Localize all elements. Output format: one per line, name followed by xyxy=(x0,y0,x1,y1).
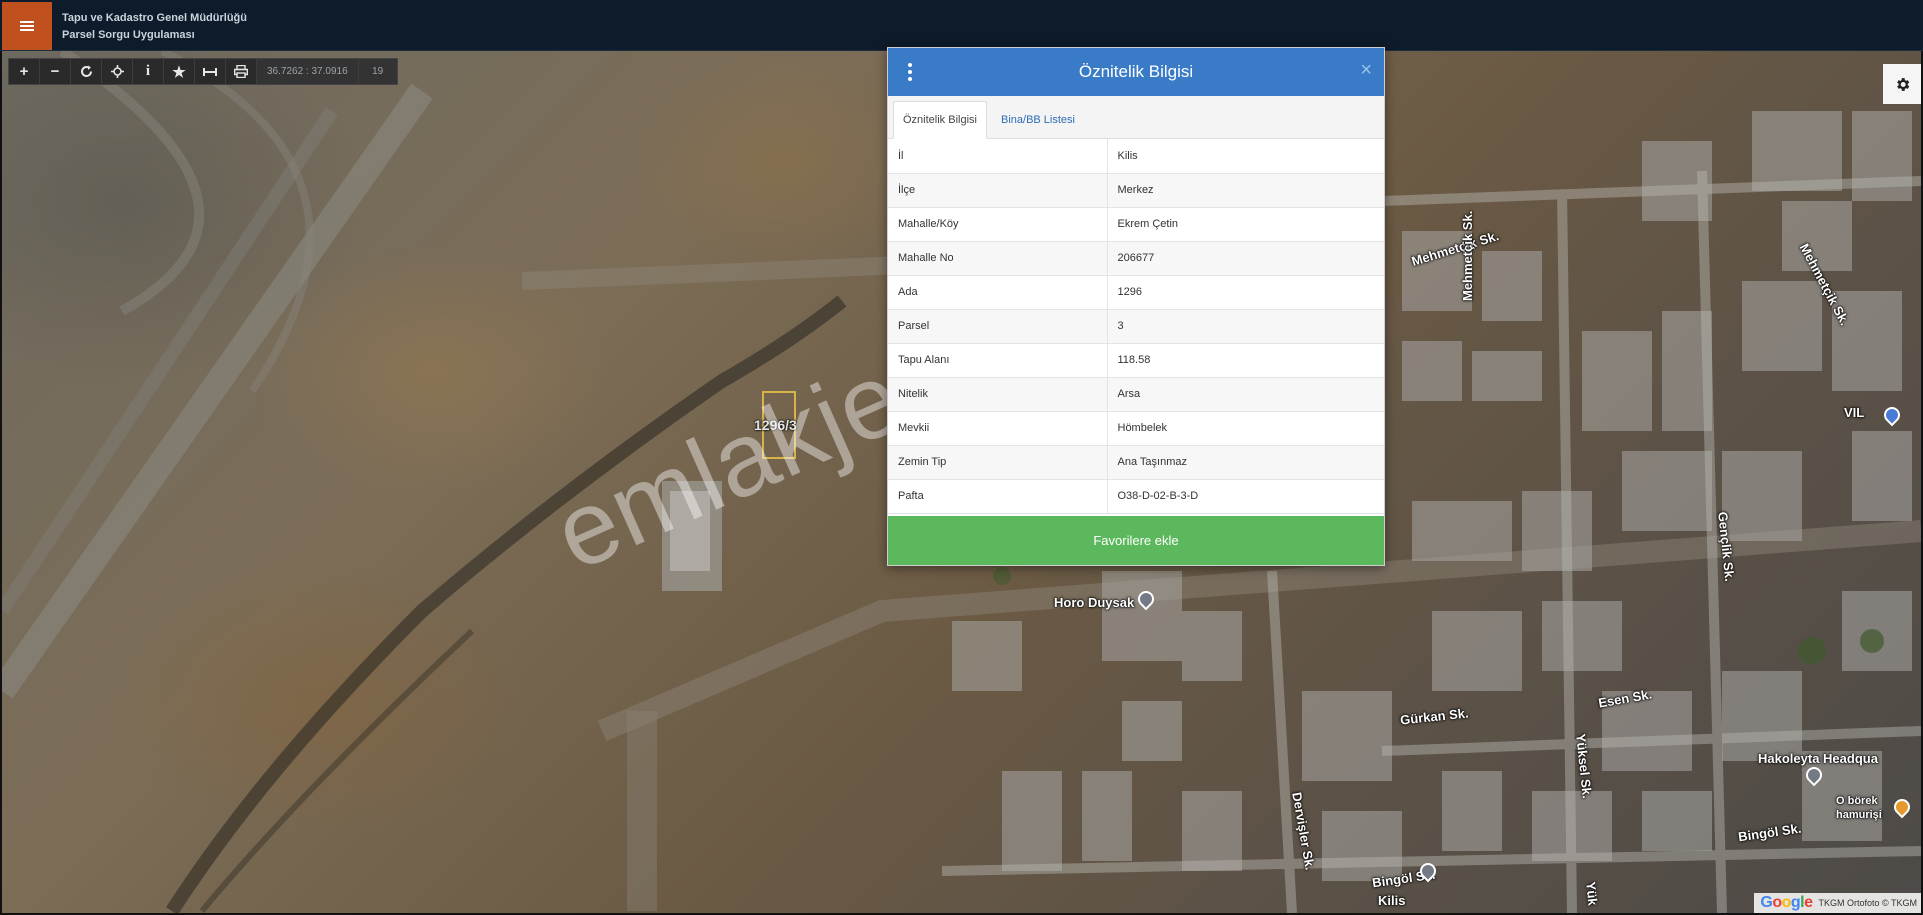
table-row: Ada 1296 xyxy=(888,275,1384,310)
poi-label: Horo Duysak xyxy=(1054,595,1135,610)
attribute-value: 206677 xyxy=(1107,241,1384,276)
poi-label: Hakoleyta Headqua xyxy=(1758,751,1878,766)
attribute-key: Mahalle/Köy xyxy=(888,207,1108,242)
table-row: Zemin Tip Ana Taşınmaz xyxy=(888,445,1384,480)
coordinates-readout: 36.7262 : 37.0916 xyxy=(257,59,359,84)
attribute-value: Kilis xyxy=(1107,139,1384,174)
street-label: Yük xyxy=(1583,881,1601,907)
attribute-key: Mevkii xyxy=(888,411,1108,446)
add-to-favorites-button[interactable]: Favorilere ekle xyxy=(888,516,1384,565)
attribute-value: Ekrem Çetin xyxy=(1107,207,1384,242)
settings-button[interactable] xyxy=(1883,64,1921,104)
table-row: Tapu Alanı 118.58 xyxy=(888,343,1384,378)
attribute-key: Parsel xyxy=(888,309,1108,344)
attribute-value: 1296 xyxy=(1107,275,1384,310)
parcel-label: 1296/3 xyxy=(754,417,797,433)
table-row: İl Kilis xyxy=(888,139,1384,174)
attribute-key: Mahalle No xyxy=(888,241,1108,276)
attribute-key: İl xyxy=(888,139,1108,174)
close-icon[interactable]: × xyxy=(1360,59,1372,82)
table-row: Mahalle No 206677 xyxy=(888,241,1384,276)
tab-attribute-info[interactable]: Öznitelik Bilgisi xyxy=(893,101,987,139)
table-row: Mahalle/Köy Ekrem Çetin xyxy=(888,207,1384,242)
attribute-key: Tapu Alanı xyxy=(888,343,1108,378)
app-title-line2: Parsel Sorgu Uygulaması xyxy=(62,29,195,41)
poi-label: O börek xyxy=(1836,795,1878,807)
attribute-value: 118.58 xyxy=(1107,343,1384,378)
attribute-key: Nitelik xyxy=(888,377,1108,412)
app-header: Tapu ve Kadastro Genel Müdürlüğü Parsel … xyxy=(0,0,1923,51)
hamburger-menu-button[interactable] xyxy=(2,2,52,50)
dialog-tabs: Öznitelik Bilgisi Bina/BB Listesi xyxy=(888,96,1384,139)
zoom-in-icon[interactable]: + xyxy=(9,59,40,84)
more-options-icon[interactable] xyxy=(908,63,912,81)
app-title: Tapu ve Kadastro Genel Müdürlüğü Parsel … xyxy=(62,10,247,44)
dialog-header: Öznitelik Bilgisi × xyxy=(888,48,1384,96)
locate-icon[interactable] xyxy=(102,59,133,84)
map-toolbar: + − i ★ 36.7262 : 37.0916 19 xyxy=(8,58,398,85)
attribute-value: Arsa xyxy=(1107,377,1384,412)
measure-icon[interactable] xyxy=(195,59,226,84)
google-logo: Google xyxy=(1760,894,1813,911)
attribute-value: Ana Taşınmaz xyxy=(1107,445,1384,480)
attribute-key: Pafta xyxy=(888,479,1108,514)
attribute-key: Zemin Tip xyxy=(888,445,1108,480)
star-icon[interactable]: ★ xyxy=(164,59,195,84)
attribute-info-dialog: Öznitelik Bilgisi × Öznitelik Bilgisi Bi… xyxy=(887,47,1385,566)
table-row: Nitelik Arsa xyxy=(888,377,1384,412)
attribute-value: O38-D-02-B-3-D xyxy=(1107,479,1384,514)
street-label: VIL xyxy=(1844,405,1865,420)
table-row: Mevkii Hömbelek xyxy=(888,411,1384,446)
refresh-icon[interactable] xyxy=(71,59,102,84)
info-icon[interactable]: i xyxy=(133,59,164,84)
hamburger-icon xyxy=(20,21,34,31)
gear-icon xyxy=(1896,77,1909,91)
tab-building-list[interactable]: Bina/BB Listesi xyxy=(992,101,1084,139)
map-attribution: Google TKGM Ortofoto © TKGM xyxy=(1754,893,1921,913)
attribution-text: TKGM Ortofoto © TKGM xyxy=(1818,898,1917,908)
attribute-key: İlçe xyxy=(888,173,1108,208)
app-title-line1: Tapu ve Kadastro Genel Müdürlüğü xyxy=(62,12,247,24)
table-row: İlçe Merkez xyxy=(888,173,1384,208)
street-label: Kilis xyxy=(1378,893,1406,908)
attribute-value: Merkez xyxy=(1107,173,1384,208)
street-label: Mehmetçik Sk. xyxy=(1460,210,1475,301)
attribute-value: 3 xyxy=(1107,309,1384,344)
attribute-key: Ada xyxy=(888,275,1108,310)
zoom-level-readout: 19 xyxy=(358,59,397,84)
dialog-title: Öznitelik Bilgisi xyxy=(1078,62,1194,81)
poi-label: hamurişi xyxy=(1836,809,1882,821)
attribute-value: Hömbelek xyxy=(1107,411,1384,446)
table-row: Pafta O38-D-02-B-3-D xyxy=(888,479,1384,514)
table-row: Parsel 3 xyxy=(888,309,1384,344)
attribute-table: İl Kilis İlçe Merkez Mahalle/Köy Ekrem Çeti… xyxy=(888,139,1384,514)
zoom-out-icon[interactable]: − xyxy=(40,59,71,84)
print-icon[interactable] xyxy=(226,59,257,84)
